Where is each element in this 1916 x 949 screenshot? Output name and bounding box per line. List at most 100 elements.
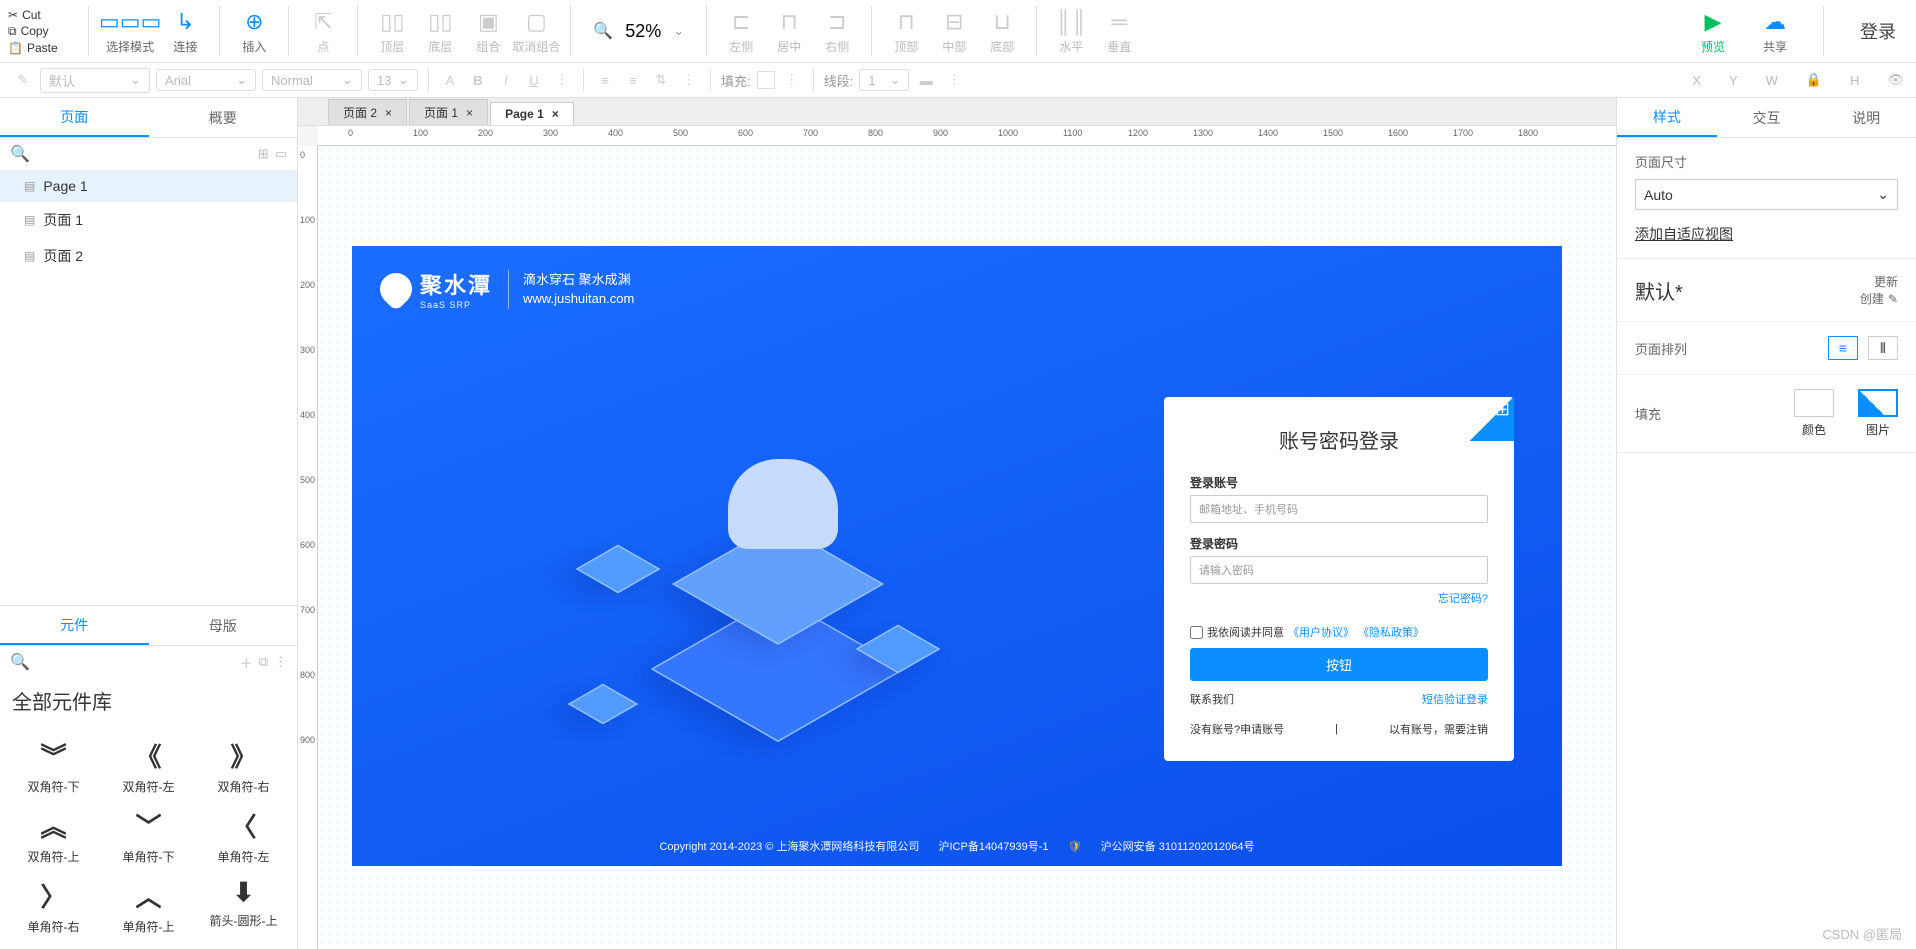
folder-icon[interactable]: ▭: [275, 146, 287, 162]
widget-item[interactable]: ︿单角符-上: [101, 871, 196, 941]
tab-pages[interactable]: 页面: [0, 98, 149, 137]
line-width-select[interactable]: 1⌄: [859, 69, 909, 91]
align-left-icon[interactable]: ≡: [594, 69, 616, 91]
widget-search-input[interactable]: [36, 655, 234, 670]
dist-h-button[interactable]: ║║水平: [1047, 8, 1095, 55]
tab-widgets[interactable]: 元件: [0, 606, 149, 645]
login-button[interactable]: 按钮: [1190, 648, 1488, 681]
widget-item[interactable]: ︽双角符-上: [6, 801, 101, 871]
contact-link[interactable]: 联系我们: [1190, 691, 1234, 707]
size-select[interactable]: 13⌄: [368, 69, 418, 91]
page-item[interactable]: ▤Page 1: [0, 170, 297, 202]
align-left-button[interactable]: ⊏左侧: [717, 8, 765, 55]
widget-item[interactable]: ⬇箭头-圆形-上: [196, 871, 291, 941]
share-button[interactable]: ☁共享: [1751, 8, 1799, 55]
visibility-icon[interactable]: 👁: [1887, 72, 1904, 88]
zoom-icon[interactable]: 🔍: [593, 21, 613, 41]
widget-item[interactable]: 《双角符-左: [101, 731, 196, 801]
adaptive-view-link[interactable]: 添加自适应视图: [1635, 224, 1733, 244]
tab-interact[interactable]: 交互: [1717, 98, 1817, 137]
align-top-button[interactable]: ⊓顶部: [882, 8, 930, 55]
valign-icon[interactable]: ≡: [622, 69, 644, 91]
create-icon[interactable]: ✎: [1888, 292, 1898, 306]
connect-button[interactable]: ↳连接: [161, 8, 209, 55]
design-frame[interactable]: 聚水潭 SaaS SRP 滴水穿石 聚水成渊 www.jushuitan.com: [352, 246, 1562, 866]
reset-style-icon[interactable]: ✎: [12, 69, 34, 91]
widget-item[interactable]: 》双角符-右: [196, 731, 291, 801]
page-size-select[interactable]: Auto⌄: [1635, 179, 1898, 210]
page-item[interactable]: ▤页面 1: [0, 202, 297, 238]
fill-more-icon[interactable]: ⋮: [781, 69, 803, 91]
arrange-v-icon[interactable]: ≡: [1828, 336, 1858, 360]
align-middle-button[interactable]: ⊟中部: [930, 8, 978, 55]
create-style-link[interactable]: 创建: [1860, 290, 1884, 307]
agree-checkbox[interactable]: [1190, 626, 1203, 639]
canvas-tab[interactable]: 页面 2 ×: [328, 99, 407, 125]
add-page-icon[interactable]: ⊞: [258, 146, 269, 162]
style-select[interactable]: 默认⌄: [40, 68, 150, 93]
font-select[interactable]: Arial⌄: [156, 69, 256, 91]
close-icon[interactable]: ×: [385, 106, 392, 120]
tab-masters[interactable]: 母版: [149, 606, 298, 645]
library-title[interactable]: 全部元件库: [0, 678, 297, 723]
page-search-input[interactable]: [36, 147, 252, 162]
align-center-button[interactable]: ⊓居中: [765, 8, 813, 55]
point-button[interactable]: ⇱点: [299, 8, 347, 55]
italic-icon[interactable]: I: [495, 69, 517, 91]
more-para-icon[interactable]: ⋮: [678, 69, 700, 91]
stack-icon[interactable]: ⧉: [259, 654, 268, 670]
copy-action[interactable]: ⧉Copy: [8, 24, 78, 39]
align-bottom-button[interactable]: ⊔底部: [978, 8, 1026, 55]
ruler-horizontal[interactable]: 0100200300400500600700800900100011001200…: [318, 126, 1616, 146]
cut-action[interactable]: ✂Cut: [8, 8, 78, 22]
group-button[interactable]: ▣组合: [464, 8, 512, 55]
arrange-h-icon[interactable]: ⫴: [1868, 336, 1898, 360]
more-text-icon[interactable]: ⋮: [551, 69, 573, 91]
zoom-input[interactable]: [617, 21, 669, 42]
underline-icon[interactable]: U: [523, 69, 545, 91]
tab-outline[interactable]: 概要: [149, 98, 298, 137]
canvas-tab[interactable]: 页面 1 ×: [409, 99, 488, 125]
more-icon[interactable]: ⋮: [274, 654, 287, 670]
tab-note[interactable]: 说明: [1816, 98, 1916, 137]
logout-link[interactable]: 以有账号，需要注销: [1389, 721, 1488, 737]
sms-login-link[interactable]: 短信验证登录: [1422, 691, 1488, 707]
canvas[interactable]: 聚水潭 SaaS SRP 滴水穿石 聚水成渊 www.jushuitan.com: [318, 146, 1616, 949]
password-input[interactable]: 请输入密码: [1190, 556, 1488, 584]
weight-select[interactable]: Normal⌄: [262, 69, 362, 91]
forgot-password-link[interactable]: 忘记密码?: [1190, 590, 1488, 606]
qr-login-icon[interactable]: [1470, 397, 1514, 441]
close-icon[interactable]: ×: [466, 106, 473, 120]
ungroup-button[interactable]: ▢取消组合: [512, 8, 560, 55]
ruler-vertical[interactable]: 0100200300400500600700800900: [298, 146, 318, 949]
close-icon[interactable]: ×: [552, 107, 559, 121]
tab-style[interactable]: 样式: [1617, 98, 1717, 137]
fill-color-option[interactable]: 颜色: [1794, 389, 1834, 438]
color-icon[interactable]: A: [439, 69, 461, 91]
select-mode-button[interactable]: ▭▭▭选择模式: [99, 8, 161, 55]
line-height-icon[interactable]: ⇅: [650, 69, 672, 91]
add-widget-icon[interactable]: ＋: [240, 653, 253, 672]
widget-item[interactable]: ﹀单角符-下: [101, 801, 196, 871]
user-agreement-link[interactable]: 《用户协议》: [1288, 624, 1354, 640]
privacy-policy-link[interactable]: 《隐私政策》: [1358, 624, 1424, 640]
top-layer-button[interactable]: ▯▯顶层: [368, 8, 416, 55]
canvas-tab[interactable]: Page 1 ×: [490, 102, 574, 125]
fill-color-icon[interactable]: [757, 71, 775, 89]
preview-button[interactable]: ▶预览: [1689, 8, 1737, 55]
widget-item[interactable]: 〉单角符-右: [6, 871, 101, 941]
chevron-down-icon[interactable]: ⌄: [673, 23, 684, 39]
line-color-icon[interactable]: ▬: [915, 69, 937, 91]
widget-item[interactable]: ︾双角符-下: [6, 731, 101, 801]
login-link[interactable]: 登录: [1860, 18, 1896, 44]
bold-icon[interactable]: B: [467, 69, 489, 91]
insert-button[interactable]: ⊕插入: [230, 8, 278, 55]
widget-item[interactable]: 〈单角符-左: [196, 801, 291, 871]
line-more-icon[interactable]: ⋮: [943, 69, 965, 91]
align-right-button[interactable]: ⊐右侧: [813, 8, 861, 55]
bottom-layer-button[interactable]: ▯▯底层: [416, 8, 464, 55]
dist-v-button[interactable]: ═垂直: [1095, 8, 1143, 55]
update-style-link[interactable]: 更新: [1860, 273, 1898, 290]
page-item[interactable]: ▤页面 2: [0, 238, 297, 274]
lock-icon[interactable]: 🔒: [1806, 72, 1822, 88]
